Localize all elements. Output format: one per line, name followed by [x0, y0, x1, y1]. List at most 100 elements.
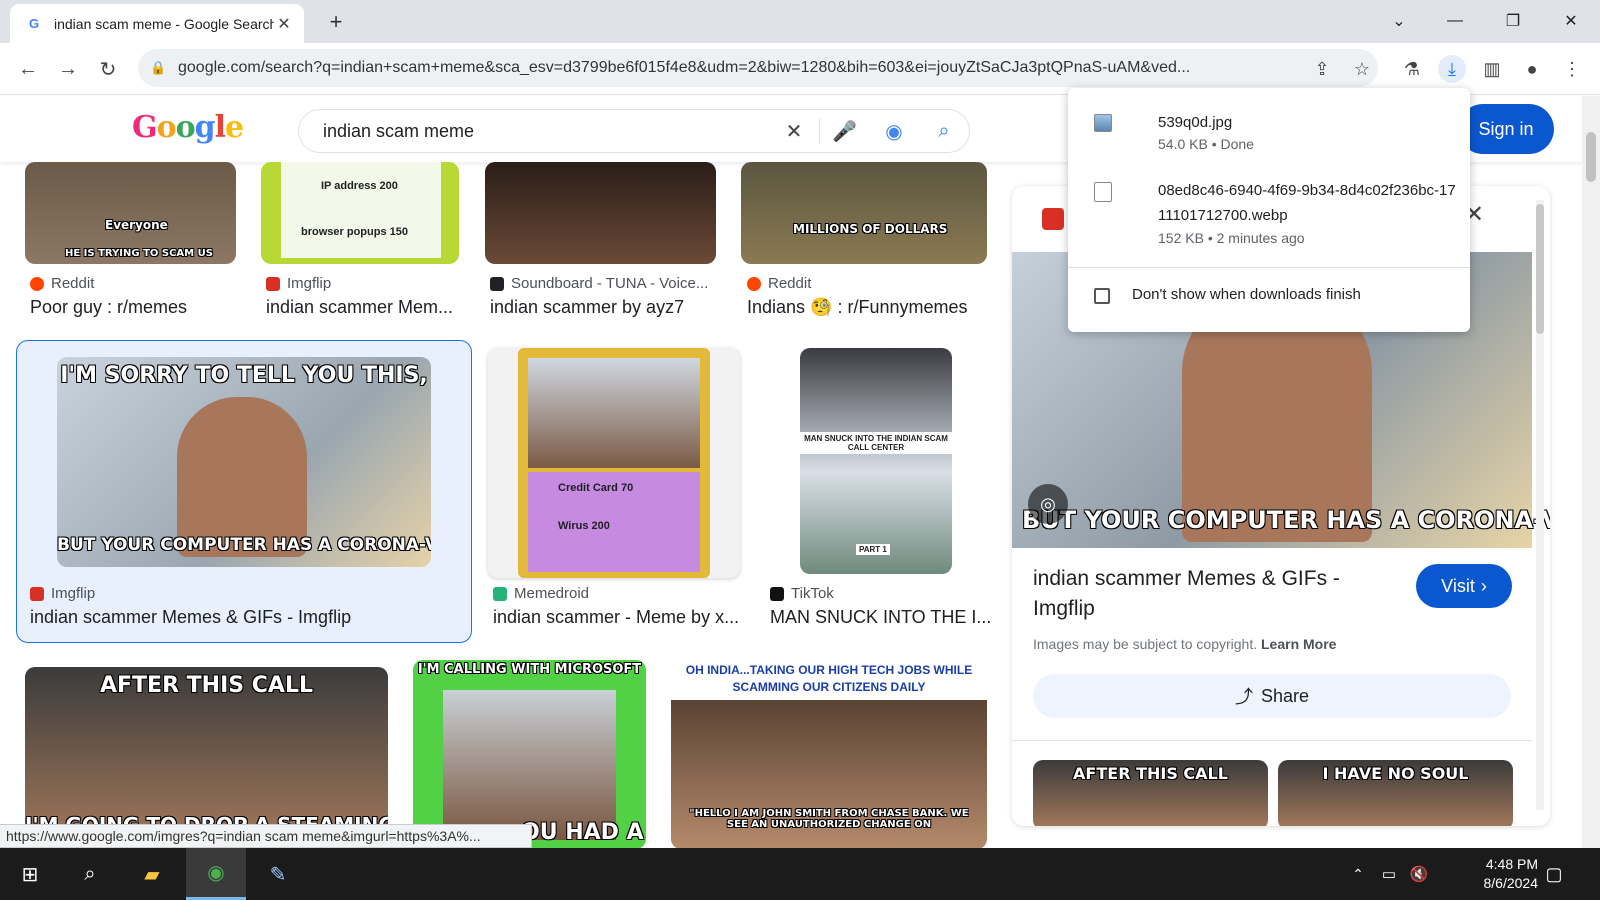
google-doodle-logo[interactable]: Google — [132, 110, 244, 148]
sign-in-button[interactable]: Sign in — [1458, 104, 1554, 154]
result-source[interactable]: Soundboard - TUNA - Voice... — [490, 275, 708, 292]
lock-icon[interactable]: 🔒 — [150, 60, 166, 76]
image-caption: "HELLO I AM JOHN SMITH FROM CHASE BANK. … — [689, 808, 969, 830]
result-source[interactable]: Reddit — [30, 275, 94, 292]
share-button[interactable]: ⤴ Share — [1033, 674, 1511, 718]
menu-kebab-icon[interactable]: ⋮ — [1558, 55, 1586, 83]
result-source[interactable]: Memedroid — [493, 585, 589, 602]
result-title[interactable]: indian scammer Memes & GIFs - Imgflip — [30, 607, 460, 628]
restore-button[interactable]: ❐ — [1492, 6, 1534, 36]
bookmark-star-icon[interactable]: ☆ — [1348, 55, 1376, 83]
image-caption: browser popups 150 — [301, 226, 408, 238]
result-title[interactable]: indian scammer - Meme by x... — [493, 607, 738, 628]
network-icon[interactable]: ▭ — [1374, 848, 1404, 900]
image-caption: BUT YOUR COMPUTER HAS A CORONA-VIRUS — [1022, 506, 1550, 534]
result-title[interactable]: Indians 🧐 : r/Funnymemes — [747, 297, 987, 318]
new-tab-button[interactable]: + — [322, 8, 350, 36]
lens-search-icon[interactable]: ◎ — [1028, 484, 1068, 524]
forward-button[interactable]: → — [52, 53, 84, 85]
copyright-notice: Images may be subject to copyright. Lear… — [1033, 636, 1337, 652]
divider — [1012, 740, 1532, 741]
google-favicon-icon: G — [28, 16, 40, 31]
result-title[interactable]: indian scammer by ayz7 — [490, 297, 720, 318]
image-caption: AFTER THIS CALL — [1073, 764, 1228, 783]
result-image[interactable]: AFTER THIS CALL I'M GOING TO DROP A STEA… — [25, 667, 388, 849]
result-image[interactable]: Everyone HE IS TRYING TO SCAM US — [25, 162, 236, 264]
result-image[interactable]: MILLIONS OF DOLLARS — [741, 162, 987, 264]
visit-button[interactable]: Visit › — [1416, 564, 1512, 608]
panel-scrollbar[interactable] — [1536, 200, 1544, 810]
voice-search-icon[interactable]: 🎤 — [819, 118, 869, 144]
panel-title[interactable]: indian scammer Memes & GIFs - Imgflip — [1033, 564, 1393, 624]
result-image-hovered[interactable]: Credit Card 70 Wirus 200 — [488, 348, 740, 578]
person-figure — [443, 690, 616, 840]
imgflip-icon — [30, 586, 44, 601]
clear-search-icon[interactable]: ✕ — [769, 119, 819, 144]
result-image[interactable]: MAN SNUCK INTO THE INDIAN SCAM CALL CENT… — [800, 348, 952, 574]
labs-flask-icon[interactable]: ⚗ — [1398, 55, 1426, 83]
download-filename: 539q0d.jpg — [1158, 114, 1233, 131]
related-image[interactable]: AFTER THIS CALL — [1033, 760, 1268, 826]
result-source[interactable]: Imgflip — [266, 275, 331, 292]
tab-google-search[interactable]: G indian scam meme - Google Search ✕ — [10, 4, 304, 43]
result-image[interactable]: I'M SORRY TO TELL YOU THIS, BUT YOUR COM… — [57, 357, 431, 567]
card-text: Credit Card 70 — [558, 482, 634, 494]
reload-button[interactable]: ↻ — [92, 53, 124, 85]
file-explorer-icon[interactable]: ▰ — [122, 848, 182, 900]
download-filename: 08ed8c46-6940-4f69-9b34-8d4c02f236bc-171… — [1158, 182, 1456, 224]
result-image[interactable] — [485, 162, 716, 264]
search-input[interactable]: indian scam meme — [323, 121, 769, 142]
close-tab-icon[interactable]: ✕ — [274, 14, 294, 34]
close-window-button[interactable]: ✕ — [1550, 6, 1592, 36]
result-title[interactable]: indian scammer Mem... — [266, 297, 466, 318]
card-frame: Credit Card 70 Wirus 200 — [518, 348, 710, 578]
learn-more-link[interactable]: Learn More — [1261, 636, 1336, 652]
dont-show-checkbox[interactable] — [1094, 288, 1110, 304]
windows-start-icon[interactable]: ⊞ — [0, 848, 60, 900]
address-bar[interactable]: 🔒 google.com/search?q=indian+scam+meme&s… — [138, 49, 1378, 87]
checkbox-label[interactable]: Don't show when downloads finish — [1132, 286, 1361, 303]
card-photo — [528, 358, 700, 468]
image-caption: OU HAD A — [521, 820, 644, 845]
result-source[interactable]: Imgflip — [30, 585, 95, 602]
page-scrollbar[interactable] — [1582, 96, 1600, 848]
reddit-icon — [747, 276, 761, 291]
minimize-button[interactable]: — — [1434, 6, 1476, 36]
download-item[interactable]: 08ed8c46-6940-4f69-9b34-8d4c02f236bc-171… — [1094, 178, 1464, 248]
search-icon[interactable]: ⌕ — [919, 120, 969, 143]
result-title[interactable]: Poor guy : r/memes — [30, 297, 240, 318]
downloads-icon[interactable]: ⤓ — [1438, 55, 1466, 83]
image-caption: IP address 200 — [321, 180, 398, 192]
share-page-icon[interactable]: ⇪ — [1308, 55, 1336, 83]
result-image[interactable]: I'M CALLING WITH MICROSOFT OU HAD A — [413, 660, 646, 849]
profile-avatar-icon[interactable]: ● — [1518, 55, 1546, 83]
result-source[interactable]: TikTok — [770, 585, 834, 602]
volume-muted-icon[interactable]: 🔇 — [1404, 848, 1434, 900]
soundboard-icon — [490, 276, 504, 291]
related-image[interactable]: I HAVE NO SOUL — [1278, 760, 1513, 826]
image-caption: PART 1 — [856, 544, 890, 555]
scrollbar-thumb[interactable] — [1586, 132, 1596, 182]
side-panel-icon[interactable]: ▥ — [1478, 55, 1506, 83]
reddit-icon — [30, 276, 44, 291]
file-icon — [1094, 182, 1112, 202]
notifications-icon[interactable]: ▢ — [1530, 848, 1578, 900]
tab-search-chevron-icon[interactable]: ⌄ — [1378, 6, 1420, 36]
scrollbar-thumb[interactable] — [1536, 204, 1544, 334]
paint-icon[interactable]: ✎ — [248, 848, 308, 900]
result-title[interactable]: MAN SNUCK INTO THE I... — [770, 607, 990, 628]
image-caption: I HAVE NO SOUL — [1322, 764, 1469, 783]
lens-search-icon[interactable]: ◉ — [869, 119, 919, 144]
chrome-icon[interactable]: ◉ — [186, 848, 246, 900]
result-image[interactable]: IP address 200 browser popups 150 — [261, 162, 459, 264]
imgflip-icon — [266, 276, 280, 291]
result-image[interactable]: OH INDIA...TAKING OUR HIGH TECH JOBS WHI… — [671, 660, 987, 849]
download-item[interactable]: 539q0d.jpg 54.0 KB • Done — [1094, 110, 1464, 160]
back-button[interactable]: ← — [12, 53, 44, 85]
url-text[interactable]: google.com/search?q=indian+scam+meme&sca… — [178, 59, 1298, 77]
result-source[interactable]: Reddit — [747, 275, 811, 292]
search-icon[interactable]: ⌕ — [60, 848, 120, 900]
memedroid-icon — [493, 586, 507, 601]
chevron-up-icon[interactable]: ⌃ — [1344, 848, 1372, 900]
search-box[interactable]: indian scam meme ✕ 🎤 ◉ ⌕ — [298, 109, 970, 153]
